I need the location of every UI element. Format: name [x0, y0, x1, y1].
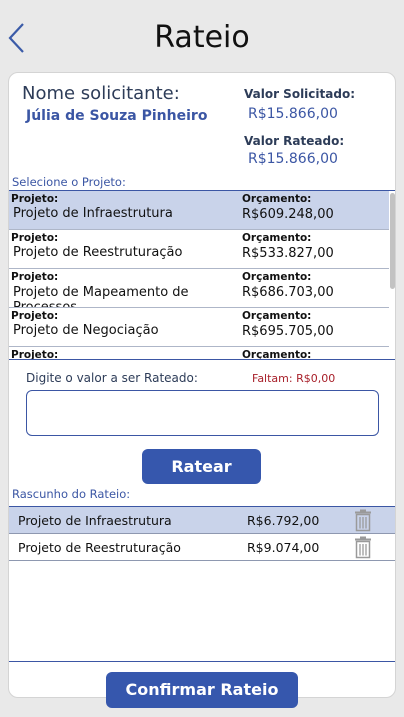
- projetos-list[interactable]: Projeto: Projeto de Infraestrutura Orçam…: [9, 190, 395, 360]
- projetos-scrollbar[interactable]: [390, 193, 395, 289]
- projeto-row-infraestrutura[interactable]: Projeto: Projeto de Infraestrutura Orçam…: [9, 191, 389, 230]
- orcamento-label: Orçamento:: [242, 349, 312, 360]
- rascunho-row-reestruturacao[interactable]: Projeto de Reestruturação R$9.074,00: [9, 534, 395, 561]
- projeto-label: Projeto:: [11, 232, 59, 244]
- valor-rateado-label: Valor Rateado:: [244, 134, 345, 148]
- rascunho-project-name: Projeto de Reestruturação: [18, 540, 181, 555]
- page-title: Rateio: [154, 20, 250, 55]
- trash-icon[interactable]: [352, 509, 374, 532]
- valor-rateado-input-label: Digite o valor a ser Rateado:: [26, 371, 198, 385]
- confirmar-rateio-button[interactable]: Confirmar Rateio: [106, 672, 298, 708]
- valor-rateado-value: R$15.866,00: [248, 151, 338, 167]
- rascunho-value: R$9.074,00: [247, 540, 320, 555]
- projeto-name: Projeto de Infraestrutura: [13, 206, 173, 221]
- valor-rateio-input[interactable]: [26, 390, 379, 436]
- valor-solicitado-value: R$15.866,00: [248, 106, 338, 122]
- orcamento-label: Orçamento:: [242, 271, 312, 283]
- rateio-card: Nome solicitante: Júlia de Souza Pinheir…: [8, 72, 396, 698]
- orcamento-value: R$695.705,00: [242, 324, 334, 339]
- orcamento-label: Orçamento:: [242, 193, 312, 205]
- projeto-row-mapeamento[interactable]: Projeto: Projeto de Mapeamento de Proces…: [9, 269, 389, 308]
- orcamento-label: Orçamento:: [242, 310, 312, 322]
- solicitante-label: Nome solicitante:: [22, 83, 180, 104]
- ratear-button[interactable]: Ratear: [142, 449, 261, 484]
- projeto-row-partial[interactable]: Projeto: Orçamento:: [9, 347, 389, 360]
- projeto-name: Projeto de Negociação: [13, 323, 159, 338]
- orcamento-value: R$609.248,00: [242, 207, 334, 222]
- projeto-label: Projeto:: [11, 310, 59, 322]
- faltam-label: Faltam: R$0,00: [252, 372, 336, 385]
- orcamento-label: Orçamento:: [242, 232, 312, 244]
- valor-solicitado-label: Valor Solicitado:: [244, 87, 355, 101]
- projeto-name: Projeto de Mapeamento de Processos: [13, 285, 189, 308]
- projeto-label: Projeto:: [11, 349, 59, 360]
- header-bar: Rateio: [0, 0, 404, 72]
- rascunho-list: Projeto de Infraestrutura R$6.792,00 Pro…: [9, 506, 395, 662]
- projeto-row-reestruturacao[interactable]: Projeto: Projeto de Reestruturação Orçam…: [9, 230, 389, 269]
- orcamento-value: R$533.827,00: [242, 246, 334, 261]
- solicitante-name: Júlia de Souza Pinheiro: [26, 108, 208, 124]
- orcamento-value: R$686.703,00: [242, 285, 334, 300]
- projeto-label: Projeto:: [11, 193, 59, 205]
- rascunho-value: R$6.792,00: [247, 513, 320, 528]
- projetos-section-label: Selecione o Projeto:: [12, 175, 126, 189]
- rascunho-project-name: Projeto de Infraestrutura: [18, 513, 172, 528]
- rascunho-section-label: Rascunho do Rateio:: [12, 487, 131, 501]
- projeto-name: Projeto de Reestruturação: [13, 245, 183, 260]
- projeto-row-negociacao[interactable]: Projeto: Projeto de Negociação Orçamento…: [9, 308, 389, 347]
- rascunho-row-infraestrutura[interactable]: Projeto de Infraestrutura R$6.792,00: [9, 507, 395, 534]
- projeto-label: Projeto:: [11, 271, 59, 283]
- trash-icon[interactable]: [352, 536, 374, 559]
